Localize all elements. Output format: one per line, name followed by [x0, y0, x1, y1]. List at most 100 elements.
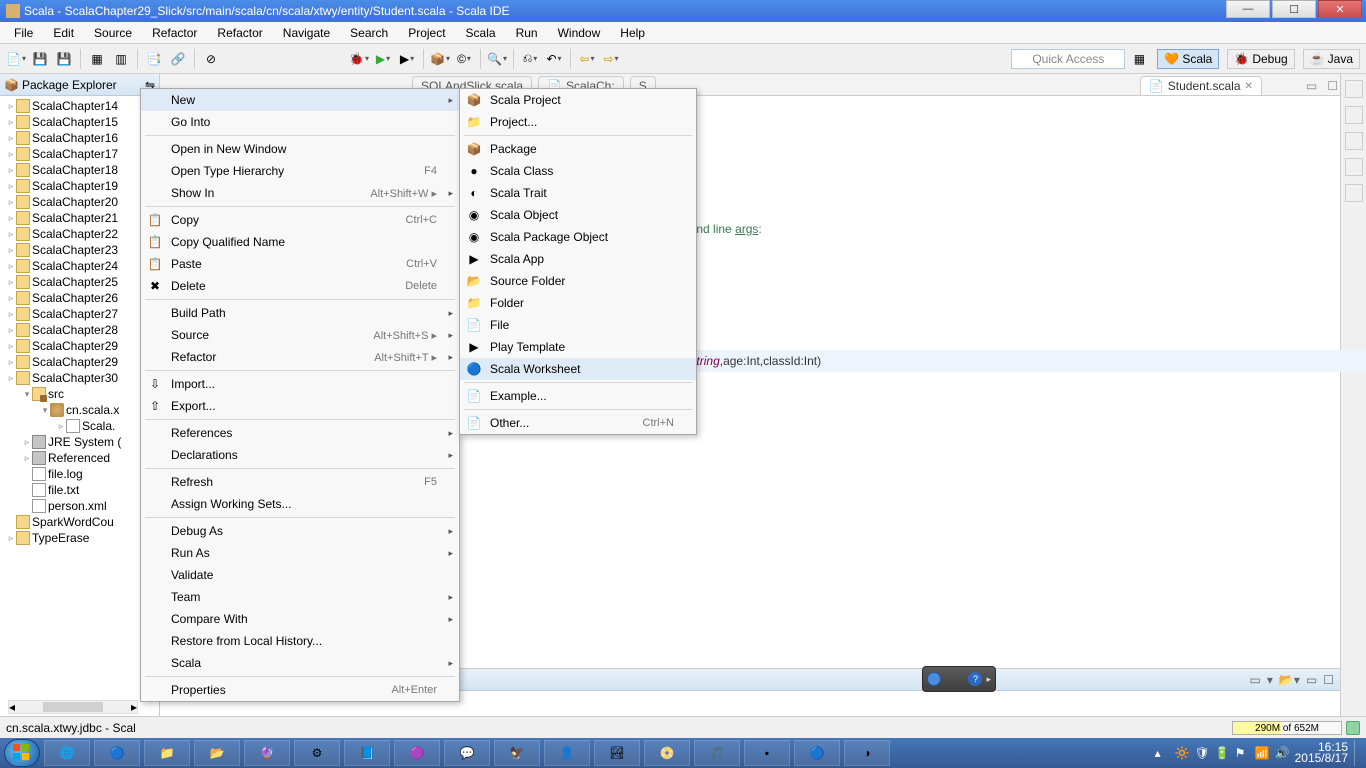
menu-folder[interactable]: 📁Folder — [460, 292, 696, 314]
menu-go-into[interactable]: Go Into — [141, 111, 459, 133]
tree-item-src[interactable]: ▾src — [0, 386, 159, 402]
menu-team[interactable]: Team▸ — [141, 586, 459, 608]
tray-up-icon[interactable]: ▴ — [1155, 746, 1169, 760]
task-ie[interactable]: 🔵 — [794, 740, 840, 766]
minimize-icon[interactable]: ▭ — [1304, 77, 1319, 95]
open-perspective-icon[interactable]: ▦ — [1129, 49, 1149, 69]
link-icon[interactable]: 🔗 — [168, 49, 188, 69]
horizontal-scrollbar[interactable]: ◂▸ — [8, 700, 138, 714]
menu-debug-as[interactable]: Debug As▸ — [141, 520, 459, 542]
menu-validate[interactable]: Validate — [141, 564, 459, 586]
back-icon[interactable]: ⇦ — [577, 49, 597, 69]
menu-navigate[interactable]: Navigate — [273, 24, 340, 42]
menu-example-[interactable]: 📄Example... — [460, 385, 696, 407]
task-app[interactable]: 🟣 — [394, 740, 440, 766]
tree-item[interactable]: ▹ScalaChapter24 — [0, 258, 159, 274]
task-app[interactable]: 🔵 — [94, 740, 140, 766]
menu-properties[interactable]: PropertiesAlt+Enter — [141, 679, 459, 701]
menu-assign-working-sets-[interactable]: Assign Working Sets... — [141, 493, 459, 515]
menu-other-[interactable]: 📄Other...Ctrl+N — [460, 412, 696, 434]
menu-export-[interactable]: ⇧Export... — [141, 395, 459, 417]
tree-item-pkg[interactable]: ▾cn.scala.x — [0, 402, 159, 418]
java-perspective[interactable]: ☕ Java — [1303, 49, 1360, 69]
menu-paste[interactable]: 📋PasteCtrl+V — [141, 253, 459, 275]
menu-build-path[interactable]: Build Path▸ — [141, 302, 459, 324]
menu-help[interactable]: Help — [610, 24, 655, 42]
new-class-icon[interactable]: © — [454, 49, 474, 69]
menu-window[interactable]: Window — [548, 24, 611, 42]
view-menu-icon[interactable]: ▭ — [1250, 673, 1261, 687]
tree-item[interactable]: ▹ScalaChapter15 — [0, 114, 159, 130]
tree-item[interactable]: person.xml — [0, 498, 159, 514]
code-line-active[interactable]: .on[Int],name:String,age:Int,classId:Int… — [615, 350, 1366, 372]
tree-item[interactable]: ▹ScalaChapter19 — [0, 178, 159, 194]
save-button[interactable]: 💾 — [30, 49, 50, 69]
menu-scala-package-object[interactable]: ◉Scala Package Object — [460, 226, 696, 248]
menu-open-in-new-window[interactable]: Open in New Window — [141, 138, 459, 160]
menu-refactor[interactable]: Refactor — [207, 24, 272, 42]
tree-item[interactable]: ▹ScalaChapter22 — [0, 226, 159, 242]
context-menu[interactable]: New▸Go IntoOpen in New WindowOpen Type H… — [140, 88, 460, 702]
menu-file[interactable]: 📄File — [460, 314, 696, 336]
task-app[interactable]: 🔮 — [244, 740, 290, 766]
menu-copy-qualified-name[interactable]: 📋Copy Qualified Name — [141, 231, 459, 253]
new-button[interactable]: 📄 — [6, 49, 26, 69]
nav-icon[interactable]: ⎌ — [520, 49, 540, 69]
menu-delete[interactable]: ✖DeleteDelete — [141, 275, 459, 297]
menu-scala-object[interactable]: ◉Scala Object — [460, 204, 696, 226]
menu-edit[interactable]: Edit — [43, 24, 84, 42]
tree-item[interactable]: ▹ScalaChapter30 — [0, 370, 159, 386]
tree-item[interactable]: ▹Referenced — [0, 450, 159, 466]
menu-refresh[interactable]: RefreshF5 — [141, 471, 459, 493]
tree-item[interactable]: SparkWordCou — [0, 514, 159, 530]
gc-icon[interactable] — [1346, 721, 1360, 735]
toggle-icon[interactable]: ▦ — [87, 49, 107, 69]
task-explorer[interactable]: 📁 — [144, 740, 190, 766]
run-icon[interactable]: ▶ — [373, 49, 393, 69]
menu-run-as[interactable]: Run As▸ — [141, 542, 459, 564]
menu-declarations[interactable]: Declarations▸ — [141, 444, 459, 466]
menu-refactor[interactable]: RefactorAlt+Shift+T ▸▸ — [141, 346, 459, 368]
quick-access-input[interactable]: Quick Access — [1011, 49, 1125, 69]
task-icon[interactable] — [1345, 106, 1363, 124]
view-menu-icon[interactable]: 📂▾ — [1279, 673, 1300, 687]
task-wechat[interactable]: 💬 — [444, 740, 490, 766]
tree-item-file[interactable]: ▹Scala. — [0, 418, 159, 434]
tree-item[interactable]: ▹ScalaChapter18 — [0, 162, 159, 178]
debug-perspective[interactable]: 🐞 Debug — [1227, 49, 1294, 69]
task-word[interactable]: 📘 — [344, 740, 390, 766]
menu-file[interactable]: File — [4, 24, 43, 42]
close-button[interactable]: ✕ — [1318, 0, 1362, 18]
menu-source-folder[interactable]: 📂Source Folder — [460, 270, 696, 292]
help-icon[interactable]: ? — [968, 672, 982, 686]
menu-scala-class[interactable]: ●Scala Class — [460, 160, 696, 182]
nav-icon[interactable] — [1345, 184, 1363, 202]
task-app[interactable]: 📀 — [644, 740, 690, 766]
menu-source[interactable]: SourceAlt+Shift+S ▸▸ — [141, 324, 459, 346]
clock[interactable]: 16:15 2015/8/17 — [1295, 742, 1348, 764]
menu-project[interactable]: Project — [398, 24, 455, 42]
menu-scala-worksheet[interactable]: 🔵Scala Worksheet — [460, 358, 696, 380]
tree-item[interactable]: ▹ScalaChapter20 — [0, 194, 159, 210]
tree-item[interactable]: ▹TypeErase — [0, 530, 159, 546]
tree-item[interactable]: ▹ScalaChapter29 — [0, 354, 159, 370]
start-button[interactable] — [4, 739, 40, 767]
maximize-icon[interactable]: ☐ — [1323, 673, 1334, 687]
forward-icon[interactable]: ⇨ — [601, 49, 621, 69]
tree-item[interactable]: ▹ScalaChapter26 — [0, 290, 159, 306]
menu-scala-trait[interactable]: ◐Scala Trait — [460, 182, 696, 204]
menu-run[interactable]: Run — [506, 24, 548, 42]
search-icon[interactable]: 🔍 — [487, 49, 507, 69]
tree-item[interactable]: ▹ScalaChapter25 — [0, 274, 159, 290]
debug-icon[interactable]: 🐞 — [349, 49, 369, 69]
organize-imports-icon[interactable]: 📑 — [144, 49, 164, 69]
tree-item[interactable]: file.log — [0, 466, 159, 482]
menu-project-[interactable]: 📁Project... — [460, 111, 696, 133]
nav-icon[interactable]: ↶ — [544, 49, 564, 69]
tree-item[interactable]: ▹ScalaChapter29 — [0, 338, 159, 354]
menu-restore-from-local-history-[interactable]: Restore from Local History... — [141, 630, 459, 652]
task-app[interactable]: ⚙ — [294, 740, 340, 766]
new-submenu[interactable]: 📦Scala Project📁Project...📦Package●Scala … — [459, 88, 697, 435]
task-app[interactable]: 🎵 — [694, 740, 740, 766]
menu-copy[interactable]: 📋CopyCtrl+C — [141, 209, 459, 231]
